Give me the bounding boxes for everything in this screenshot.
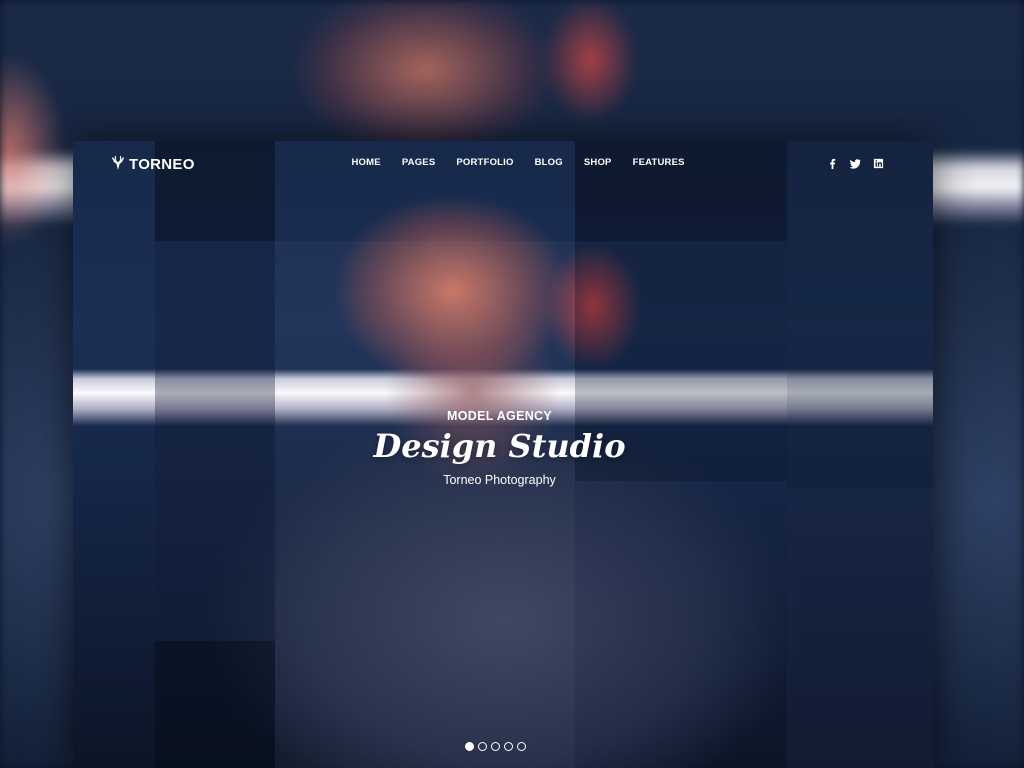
hero-subline: Torneo Photography <box>443 473 556 487</box>
nav-item-portfolio[interactable]: PORTFOLIO <box>446 157 524 168</box>
mosaic-tile <box>155 641 275 768</box>
nav-item-pages[interactable]: PAGES <box>391 157 446 168</box>
nav-item-shop[interactable]: SHOP <box>573 157 622 168</box>
hero-kicker: MODEL AGENCY <box>447 409 552 423</box>
brand-logo[interactable]: TORNEO <box>110 153 195 175</box>
website-preview: TORNEO HOME PAGES PORTFOLIO BLOG SHOP FE… <box>73 141 933 768</box>
slider-dot-2[interactable] <box>478 742 487 751</box>
facebook-icon[interactable] <box>827 158 838 169</box>
slider-dot-4[interactable] <box>504 742 513 751</box>
nav-item-blog[interactable]: BLOG <box>524 157 573 168</box>
deer-antlers-icon <box>110 153 126 175</box>
nav-item-home[interactable]: HOME <box>341 157 391 168</box>
linkedin-icon[interactable] <box>873 158 884 169</box>
top-navbar: TORNEO HOME PAGES PORTFOLIO BLOG SHOP FE… <box>73 141 933 187</box>
slider-dot-5[interactable] <box>517 742 526 751</box>
hero-headline: Design Studio <box>373 427 626 465</box>
mosaic-tile <box>787 488 933 768</box>
slider-pagination <box>465 742 526 751</box>
social-links <box>827 158 884 169</box>
twitter-icon[interactable] <box>850 158 861 169</box>
slider-dot-1[interactable] <box>465 742 474 751</box>
hero-caption: MODEL AGENCY Design Studio Torneo Photog… <box>73 409 926 487</box>
main-menu: HOME PAGES PORTFOLIO BLOG SHOP FEATURES <box>341 157 695 168</box>
brand-name: TORNEO <box>129 155 195 173</box>
nav-item-features[interactable]: FEATURES <box>622 157 695 168</box>
mosaic-tile <box>275 241 575 768</box>
slider-dot-3[interactable] <box>491 742 500 751</box>
